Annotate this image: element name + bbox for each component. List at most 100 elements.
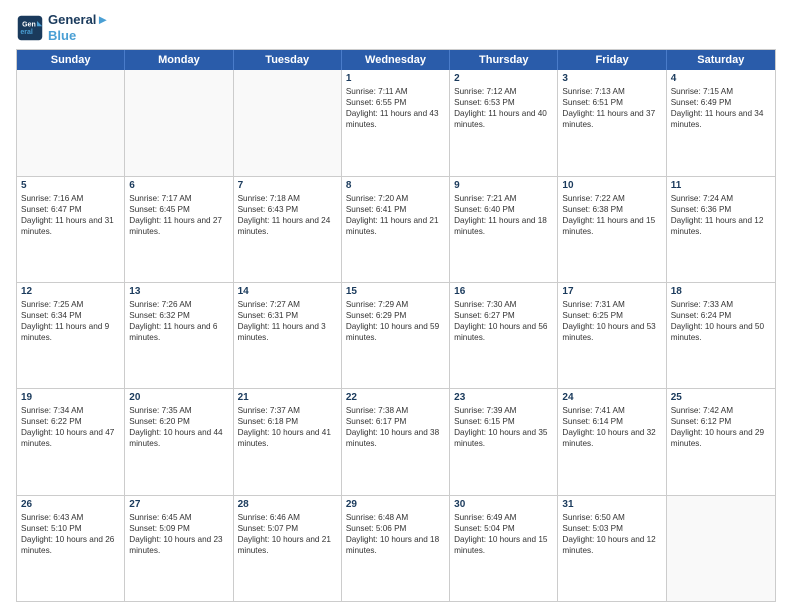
calendar-row: 1Sunrise: 7:11 AMSunset: 6:55 PMDaylight… <box>17 70 775 175</box>
header-day: Tuesday <box>234 50 342 70</box>
sunrise: Sunrise: 7:20 AM <box>346 193 445 204</box>
calendar-cell: 5Sunrise: 7:16 AMSunset: 6:47 PMDaylight… <box>17 177 125 282</box>
daylight: Daylight: 10 hours and 29 minutes. <box>671 427 771 449</box>
day-number: 24 <box>562 392 661 403</box>
sunrise: Sunrise: 7:31 AM <box>562 299 661 310</box>
calendar-cell <box>667 496 775 601</box>
sunrise: Sunrise: 7:24 AM <box>671 193 771 204</box>
calendar-cell: 8Sunrise: 7:20 AMSunset: 6:41 PMDaylight… <box>342 177 450 282</box>
daylight: Daylight: 11 hours and 15 minutes. <box>562 215 661 237</box>
daylight: Daylight: 10 hours and 56 minutes. <box>454 321 553 343</box>
sunrise: Sunrise: 7:12 AM <box>454 86 553 97</box>
sunrise: Sunrise: 7:25 AM <box>21 299 120 310</box>
daylight: Daylight: 11 hours and 24 minutes. <box>238 215 337 237</box>
sunset: Sunset: 5:03 PM <box>562 523 661 534</box>
sunrise: Sunrise: 7:15 AM <box>671 86 771 97</box>
day-number: 20 <box>129 392 228 403</box>
daylight: Daylight: 10 hours and 15 minutes. <box>454 534 553 556</box>
sunrise: Sunrise: 6:49 AM <box>454 512 553 523</box>
day-number: 6 <box>129 180 228 191</box>
sunset: Sunset: 6:22 PM <box>21 416 120 427</box>
calendar-cell: 6 Sunrise: 7:17 AMSunset: 6:45 PMDaylight… <box>125 177 233 282</box>
calendar-cell: 10Sunrise: 7:22 AMSunset: 6:38 PMDayligh… <box>558 177 666 282</box>
sunset: Sunset: 6:24 PM <box>671 310 771 321</box>
sunset: Sunset: 6:51 PM <box>562 97 661 108</box>
sunset: Sunset: 5:06 PM <box>346 523 445 534</box>
calendar-cell: 27Sunrise: 6:45 AMSunset: 5:09 PMDayligh… <box>125 496 233 601</box>
daylight: Daylight: 10 hours and 32 minutes. <box>562 427 661 449</box>
sunset: Sunset: 6:36 PM <box>671 204 771 215</box>
daylight: Daylight: 11 hours and 18 minutes. <box>454 215 553 237</box>
sunset: Sunset: 6:55 PM <box>346 97 445 108</box>
sunset: Sunset: 6:38 PM <box>562 204 661 215</box>
sunrise: Sunrise: 6:46 AM <box>238 512 337 523</box>
calendar-cell: 18Sunrise: 7:33 AMSunset: 6:24 PMDayligh… <box>667 283 775 388</box>
sunset: Sunset: 5:10 PM <box>21 523 120 534</box>
daylight: Daylight: 10 hours and 53 minutes. <box>562 321 661 343</box>
daylight: Daylight: 10 hours and 23 minutes. <box>129 534 228 556</box>
sunrise: Sunrise: 7:30 AM <box>454 299 553 310</box>
day-number: 27 <box>129 499 228 510</box>
sunset: Sunset: 6:31 PM <box>238 310 337 321</box>
day-number: 9 <box>454 180 553 191</box>
sunrise: Sunrise: 6:45 AM <box>129 512 228 523</box>
calendar-cell: 23Sunrise: 7:39 AMSunset: 6:15 PMDayligh… <box>450 389 558 494</box>
calendar-cell: 29Sunrise: 6:48 AMSunset: 5:06 PMDayligh… <box>342 496 450 601</box>
day-number: 11 <box>671 180 771 191</box>
calendar-cell: 31Sunrise: 6:50 AMSunset: 5:03 PMDayligh… <box>558 496 666 601</box>
daylight: Daylight: 10 hours and 18 minutes. <box>346 534 445 556</box>
daylight: Daylight: 11 hours and 3 minutes. <box>238 321 337 343</box>
sunrise: Sunrise: 7:38 AM <box>346 405 445 416</box>
daylight: Daylight: 11 hours and 34 minutes. <box>671 108 771 130</box>
sunrise: Sunrise: 7:13 AM <box>562 86 661 97</box>
calendar-cell <box>17 70 125 175</box>
day-number: 16 <box>454 286 553 297</box>
sunset: Sunset: 6:41 PM <box>346 204 445 215</box>
day-number: 23 <box>454 392 553 403</box>
sunset: Sunset: 6:45 PM <box>129 204 228 215</box>
day-number: 12 <box>21 286 120 297</box>
header-day: Thursday <box>450 50 558 70</box>
sunset: Sunset: 6:49 PM <box>671 97 771 108</box>
sunrise: Sunrise: 6:43 AM <box>21 512 120 523</box>
calendar-cell: 24Sunrise: 7:41 AMSunset: 6:14 PMDayligh… <box>558 389 666 494</box>
daylight: Daylight: 10 hours and 44 minutes. <box>129 427 228 449</box>
sunrise: Sunrise: 7:17 AM <box>129 193 228 204</box>
calendar-header: SundayMondayTuesdayWednesdayThursdayFrid… <box>17 50 775 70</box>
daylight: Daylight: 10 hours and 26 minutes. <box>21 534 120 556</box>
calendar-cell: 20Sunrise: 7:35 AMSunset: 6:20 PMDayligh… <box>125 389 233 494</box>
sunset: Sunset: 6:12 PM <box>671 416 771 427</box>
calendar-cell: 21Sunrise: 7:37 AMSunset: 6:18 PMDayligh… <box>234 389 342 494</box>
sunrise: Sunrise: 7:27 AM <box>238 299 337 310</box>
svg-text:eral: eral <box>20 29 33 36</box>
sunset: Sunset: 6:53 PM <box>454 97 553 108</box>
daylight: Daylight: 10 hours and 47 minutes. <box>21 427 120 449</box>
sunrise: Sunrise: 7:34 AM <box>21 405 120 416</box>
calendar-cell: 30Sunrise: 6:49 AMSunset: 5:04 PMDayligh… <box>450 496 558 601</box>
calendar-cell: 28Sunrise: 6:46 AMSunset: 5:07 PMDayligh… <box>234 496 342 601</box>
calendar-cell: 19Sunrise: 7:34 AMSunset: 6:22 PMDayligh… <box>17 389 125 494</box>
daylight: Daylight: 11 hours and 27 minutes. <box>129 215 228 237</box>
daylight: Daylight: 10 hours and 50 minutes. <box>671 321 771 343</box>
calendar-cell: 1Sunrise: 7:11 AMSunset: 6:55 PMDaylight… <box>342 70 450 175</box>
day-number: 14 <box>238 286 337 297</box>
sunrise: Sunrise: 7:41 AM <box>562 405 661 416</box>
header-day: Wednesday <box>342 50 450 70</box>
sunrise: Sunrise: 7:18 AM <box>238 193 337 204</box>
calendar-cell: 26Sunrise: 6:43 AMSunset: 5:10 PMDayligh… <box>17 496 125 601</box>
day-number: 17 <box>562 286 661 297</box>
logo-icon: Gen eral <box>16 14 44 42</box>
sunrise: Sunrise: 7:39 AM <box>454 405 553 416</box>
header-day: Sunday <box>17 50 125 70</box>
sunrise: Sunrise: 7:22 AM <box>562 193 661 204</box>
header-day: Saturday <box>667 50 775 70</box>
day-number: 22 <box>346 392 445 403</box>
sunrise: Sunrise: 7:26 AM <box>129 299 228 310</box>
page: Gen eral General► Blue SundayMondayTuesd… <box>0 0 792 612</box>
day-number: 1 <box>346 73 445 84</box>
daylight: Daylight: 11 hours and 43 minutes. <box>346 108 445 130</box>
calendar-cell <box>125 70 233 175</box>
day-number: 13 <box>129 286 228 297</box>
daylight: Daylight: 11 hours and 6 minutes. <box>129 321 228 343</box>
day-number: 5 <box>21 180 120 191</box>
